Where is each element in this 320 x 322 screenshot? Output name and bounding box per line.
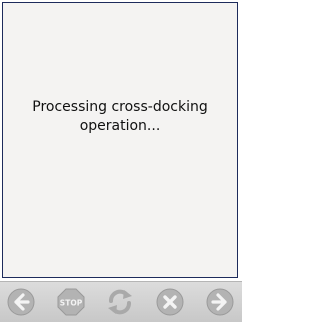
status-panel: Processing cross-docking operation... [2, 2, 238, 278]
stop-icon-label: STOP [60, 299, 83, 308]
status-message-line1: Processing cross-docking [32, 99, 208, 115]
status-message-line2: operation... [79, 118, 161, 134]
back-button[interactable] [5, 286, 37, 318]
back-arrow-icon [7, 288, 35, 316]
stop-button[interactable]: STOP [55, 286, 87, 318]
refresh-button[interactable] [104, 286, 136, 318]
refresh-icon [108, 289, 132, 315]
navigation-toolbar: STOP [0, 281, 242, 322]
cancel-button[interactable] [154, 286, 186, 318]
cancel-icon [156, 288, 184, 316]
forward-arrow-icon [206, 288, 234, 316]
stop-icon: STOP [57, 288, 85, 316]
forward-button[interactable] [204, 286, 236, 318]
status-message: Processing cross-docking operation... [3, 98, 237, 136]
